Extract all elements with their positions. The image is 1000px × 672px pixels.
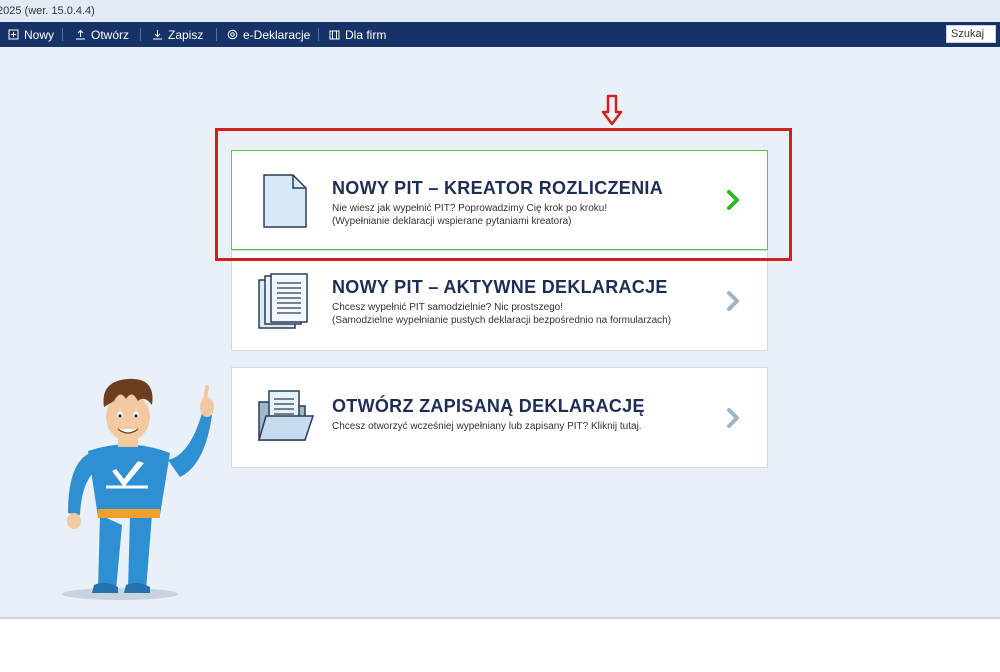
active-declarations-card[interactable]: NOWY PIT – AKTYWNE DEKLARACJE Chcesz wyp… (231, 250, 768, 351)
upload-icon (76, 29, 85, 40)
download-icon (153, 30, 162, 40)
toolbar-divider (216, 28, 217, 41)
open-saved-title: OTWÓRZ ZAPISANĄ DEKLARACJĘ (332, 396, 645, 416)
open-button[interactable]: Otwórz (75, 22, 129, 47)
active-declarations-desc-line1: Chcesz wypełnić PIT samodzielnie? Nic pr… (332, 302, 564, 313)
search-input[interactable] (946, 25, 996, 43)
at-sign-icon (227, 29, 238, 40)
open-saved-card[interactable]: OTWÓRZ ZAPISANĄ DEKLARACJĘ Chcesz otworz… (231, 367, 768, 468)
stacked-documents-icon (258, 273, 308, 329)
business-button[interactable]: Dla firm (329, 22, 386, 47)
wizard-card[interactable]: NOWY PIT – KREATOR ROZLICZENIA Nie wiesz… (231, 150, 768, 250)
new-button-label: Nowy (24, 27, 55, 42)
chevron-right-icon (727, 408, 739, 428)
new-document-icon (8, 29, 19, 40)
business-button-label: Dla firm (345, 27, 387, 42)
wizard-card-title: NOWY PIT – KREATOR ROZLICZENIA (332, 178, 664, 198)
status-divider (0, 617, 1000, 619)
active-declarations-desc-line2: (Samodzielne wypełnianie pustych deklara… (332, 315, 672, 326)
chevron-right-icon (727, 291, 739, 311)
save-button-label: Zapisz (168, 27, 204, 42)
building-icon (329, 30, 340, 40)
blank-document-icon (263, 174, 307, 228)
wizard-card-desc-line1: Nie wiesz jak wypełnić PIT? Poprowadzimy… (332, 203, 608, 214)
save-button[interactable]: Zapisz (152, 22, 203, 47)
wizard-card-desc-line2: (Wypełnianie deklaracji wspierane pytani… (332, 216, 572, 227)
app-version-text: 2025 (wer. 15.0.4.4) (0, 5, 95, 17)
superhero-mascot (62, 378, 214, 600)
active-declarations-title: NOWY PIT – AKTYWNE DEKLARACJE (332, 277, 668, 297)
toolbar-divider (318, 28, 319, 41)
new-button[interactable]: Nowy (8, 22, 54, 47)
down-arrow-icon (601, 94, 623, 126)
open-folder-icon (258, 390, 315, 441)
chevron-right-icon (727, 190, 739, 210)
title-bar: 2025 (wer. 15.0.4.4) (0, 0, 1000, 22)
open-button-label: Otwórz (91, 27, 130, 42)
toolbar-divider (140, 28, 141, 41)
toolbar-divider (62, 28, 63, 41)
edeclaration-button[interactable]: e-Deklaracje (227, 22, 310, 47)
open-saved-desc-line1: Chcesz otworzyć wcześniej wypełniany lub… (332, 421, 642, 432)
edeclaration-button-label: e-Deklaracje (243, 27, 311, 42)
main-toolbar: Nowy Otwórz Zapisz e-Deklaracje Dla firm (0, 22, 1000, 47)
